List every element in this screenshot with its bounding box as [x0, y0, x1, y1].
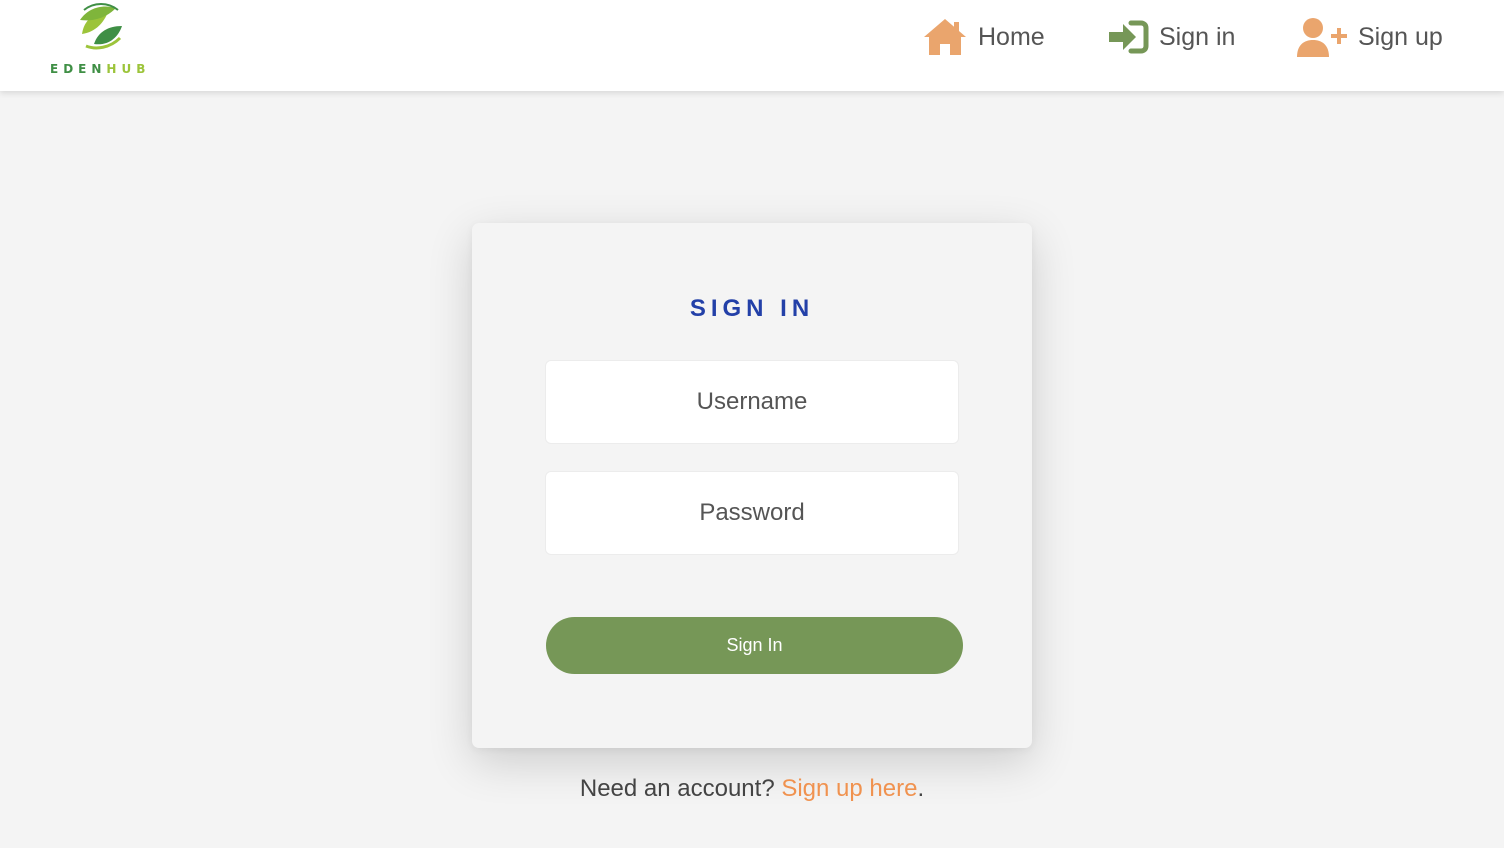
nav-signup-link[interactable]: Sign up	[1296, 16, 1443, 58]
user-plus-icon	[1297, 18, 1347, 57]
username-input[interactable]	[545, 360, 959, 444]
leaf-logo-icon	[76, 1, 126, 51]
nav-signin-link[interactable]: Sign in	[1107, 16, 1235, 58]
nav-signin-label: Sign in	[1159, 22, 1236, 51]
nav-home-label: Home	[978, 22, 1045, 51]
password-input[interactable]	[545, 471, 959, 555]
top-navbar: EDENHUB Home Sign in Sign up	[0, 0, 1504, 91]
signup-prompt: Need an account? Sign up here.	[0, 775, 1504, 803]
logo-text-eden: EDEN	[50, 62, 107, 76]
signin-card: SIGN IN Sign In	[472, 223, 1032, 748]
signin-title: SIGN IN	[689, 295, 815, 322]
edenhub-logo[interactable]: EDENHUB	[48, 0, 158, 80]
sign-in-button[interactable]: Sign In	[546, 617, 963, 674]
sign-in-icon	[1109, 20, 1149, 54]
home-icon	[924, 19, 966, 55]
signup-prompt-text: Need an account?	[579, 775, 775, 802]
signup-prompt-suffix: .	[917, 775, 925, 802]
signup-link[interactable]: Sign up here	[781, 775, 917, 802]
nav-home-link[interactable]: Home	[922, 16, 1045, 58]
nav-signup-label: Sign up	[1358, 22, 1443, 51]
logo-text-hub: HUB	[106, 62, 151, 76]
logo-wordmark: EDENHUB	[50, 62, 150, 76]
